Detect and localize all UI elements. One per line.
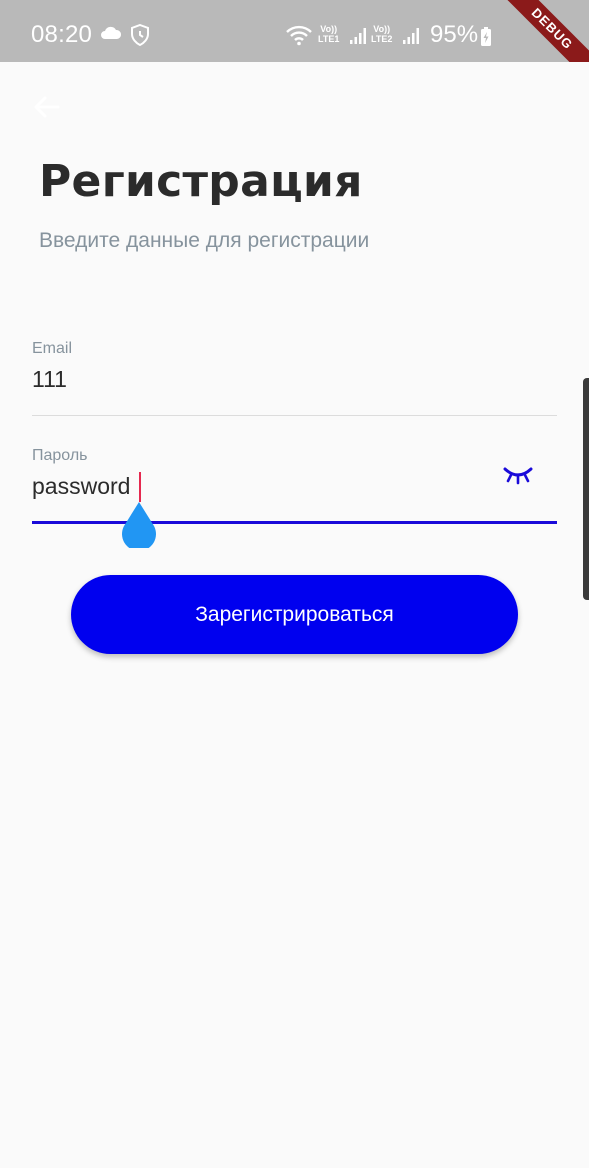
password-field[interactable]: Пароль [32, 447, 557, 524]
eye-closed-icon [502, 463, 534, 490]
lte1-indicator: Vo)) LTE1 [318, 24, 339, 44]
shield-icon [131, 23, 149, 51]
text-cursor-handle-icon[interactable] [120, 500, 158, 553]
wifi-icon [285, 24, 313, 51]
password-input[interactable] [32, 473, 472, 500]
status-time: 08:20 [31, 21, 93, 48]
lte1-top: Vo)) [320, 24, 338, 34]
toggle-password-visibility-button[interactable] [501, 461, 535, 491]
back-arrow-icon [32, 95, 60, 124]
signal-icon [402, 27, 420, 50]
signal-icon [349, 27, 367, 50]
text-caret [139, 472, 141, 502]
scrollbar[interactable] [583, 378, 589, 600]
lte2-top: Vo)) [373, 24, 391, 34]
lte2-bottom: LTE2 [371, 34, 393, 44]
battery-percent: 95% [430, 21, 479, 48]
battery-icon [480, 27, 492, 52]
email-label: Email [32, 340, 73, 357]
page-subtitle: Введите данные для регистрации [39, 229, 370, 252]
lte2-indicator: Vo)) LTE2 [371, 24, 392, 44]
email-input[interactable] [32, 366, 472, 393]
status-bar: 08:20 Vo)) LTE1 Vo)) LTE2 95% DEBUG [0, 0, 589, 62]
password-label: Пароль [32, 447, 88, 464]
page-title: Регистрация [39, 156, 363, 207]
back-button[interactable] [26, 92, 66, 126]
lte1-bottom: LTE1 [318, 34, 340, 44]
cloud-icon [100, 26, 122, 45]
email-field[interactable]: Email [32, 340, 557, 416]
debug-banner: DEBUG [491, 0, 589, 62]
register-button[interactable]: Зарегистрироваться [71, 575, 518, 654]
